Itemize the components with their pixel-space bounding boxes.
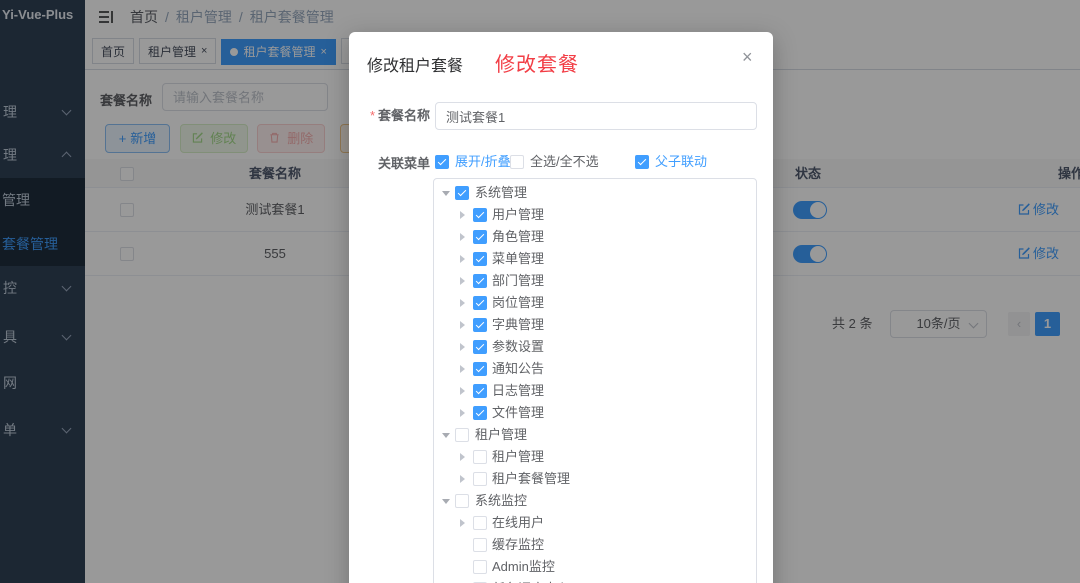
tree-caret-icon[interactable] [460,255,465,263]
tree-node-checkbox[interactable] [473,560,487,574]
tree-node[interactable]: 参数设置 [434,336,756,358]
tree-node-label: 租户管理 [475,427,528,442]
tree-node-label: 任务调度中心 [492,578,570,583]
tree-node-checkbox[interactable] [473,406,487,420]
dialog-red-annotation: 修改套餐 [495,54,579,76]
tree-node-label: Admin监控 [492,559,555,574]
tree-node-label: 文件管理 [492,405,545,420]
tree-node[interactable]: 菜单管理 [434,248,756,270]
tree-node-label: 在线用户 [492,515,545,530]
tree-node-label: 租户管理 [492,449,545,464]
tree-node[interactable]: 岗位管理 [434,292,756,314]
package-name-input[interactable] [435,102,757,130]
tree-caret-icon[interactable] [442,191,450,196]
tree-node-label: 角色管理 [492,229,545,244]
checkbox-label: 父子联动 [655,154,708,169]
tree-node[interactable]: 文件管理 [434,402,756,424]
checkbox-label: 展开/折叠 [455,154,511,169]
tree-node[interactable]: 通知公告 [434,358,756,380]
tree-node[interactable]: 用户管理 [434,204,756,226]
menu-tree-panel: 系统管理用户管理角色管理菜单管理部门管理岗位管理字典管理参数设置通知公告日志管理… [433,178,757,583]
edit-package-dialog: 修改租户套餐 修改套餐 × * 套餐名称 关联菜单 展开/折叠 全选/全不选 父子联… [349,32,773,583]
tree-node-checkbox[interactable] [473,296,487,310]
tree-node-checkbox[interactable] [473,516,487,530]
tree-caret-icon[interactable] [442,433,450,438]
checkbox[interactable] [435,155,449,169]
tree-node-label: 用户管理 [492,207,545,222]
tree-node[interactable]: 租户管理 [434,446,756,468]
tree-caret-icon[interactable] [442,499,450,504]
tree-node-checkbox[interactable] [455,186,469,200]
tree-option[interactable]: 全选/全不选 [510,151,599,169]
tree-node-checkbox[interactable] [473,450,487,464]
tree-node-label: 字典管理 [492,317,545,332]
tree-caret-icon[interactable] [460,387,465,395]
menu-field-label: 关联菜单 [378,156,431,171]
tree-option[interactable]: 展开/折叠 [435,151,511,169]
tree-node-checkbox[interactable] [473,252,487,266]
checkbox-label: 全选/全不选 [530,154,599,169]
tree-node[interactable]: 日志管理 [434,380,756,402]
package-name-label: 套餐名称 [378,108,431,123]
tree-node[interactable]: 租户套餐管理 [434,468,756,490]
tree-node-checkbox[interactable] [455,494,469,508]
tree-node-checkbox[interactable] [473,362,487,376]
tree-node-label: 系统监控 [475,493,528,508]
tree-node-label: 部门管理 [492,273,545,288]
tree-node[interactable]: Admin监控 [434,556,756,578]
tree-node-checkbox[interactable] [473,274,487,288]
tree-caret-icon[interactable] [460,321,465,329]
tree-node-label: 岗位管理 [492,295,545,310]
tree-option[interactable]: 父子联动 [635,151,708,169]
tree-node[interactable]: 系统监控 [434,490,756,512]
tree-node-checkbox[interactable] [473,318,487,332]
tree-node[interactable]: 角色管理 [434,226,756,248]
tree-caret-icon[interactable] [460,277,465,285]
tree-node[interactable]: 系统管理 [434,182,756,204]
tree-node-checkbox[interactable] [473,208,487,222]
tree-node-label: 缓存监控 [492,537,545,552]
dialog-title: 修改租户套餐 [367,58,464,75]
tree-caret-icon[interactable] [460,365,465,373]
tree-node[interactable]: 字典管理 [434,314,756,336]
tree-caret-icon[interactable] [460,211,465,219]
tree-node[interactable]: 在线用户 [434,512,756,534]
tree-node[interactable]: 部门管理 [434,270,756,292]
tree-node-checkbox[interactable] [455,428,469,442]
tree-node-checkbox[interactable] [473,538,487,552]
tree-node-checkbox[interactable] [473,340,487,354]
tree-caret-icon[interactable] [460,409,465,417]
tree-node-label: 参数设置 [492,339,545,354]
app-window: Yi-Vue-Plus 管理 套餐管理理理控具网单 首页 / 租户管理 / 租户套餐管理 [0,0,1080,583]
tree-node-checkbox[interactable] [473,472,487,486]
tree-node-checkbox[interactable] [473,230,487,244]
checkbox[interactable] [635,155,649,169]
tree-node-label: 菜单管理 [492,251,545,266]
checkbox[interactable] [510,155,524,169]
close-icon[interactable]: × [742,48,753,66]
tree-caret-icon[interactable] [460,343,465,351]
tree-caret-icon[interactable] [460,475,465,483]
tree-node-label: 租户套餐管理 [492,471,571,486]
tree-node[interactable]: 缓存监控 [434,534,756,556]
tree-node-label: 系统管理 [475,185,528,200]
tree-caret-icon[interactable] [460,453,465,461]
tree-node-checkbox[interactable] [473,384,487,398]
tree-node[interactable]: 任务调度中心 [434,578,756,583]
tree-caret-icon[interactable] [460,519,465,527]
tree-node-label: 日志管理 [492,383,545,398]
tree-caret-icon[interactable] [460,233,465,241]
tree-caret-icon[interactable] [460,299,465,307]
required-asterisk: * [370,108,376,123]
tree-node-label: 通知公告 [492,361,545,376]
tree-node[interactable]: 租户管理 [434,424,756,446]
